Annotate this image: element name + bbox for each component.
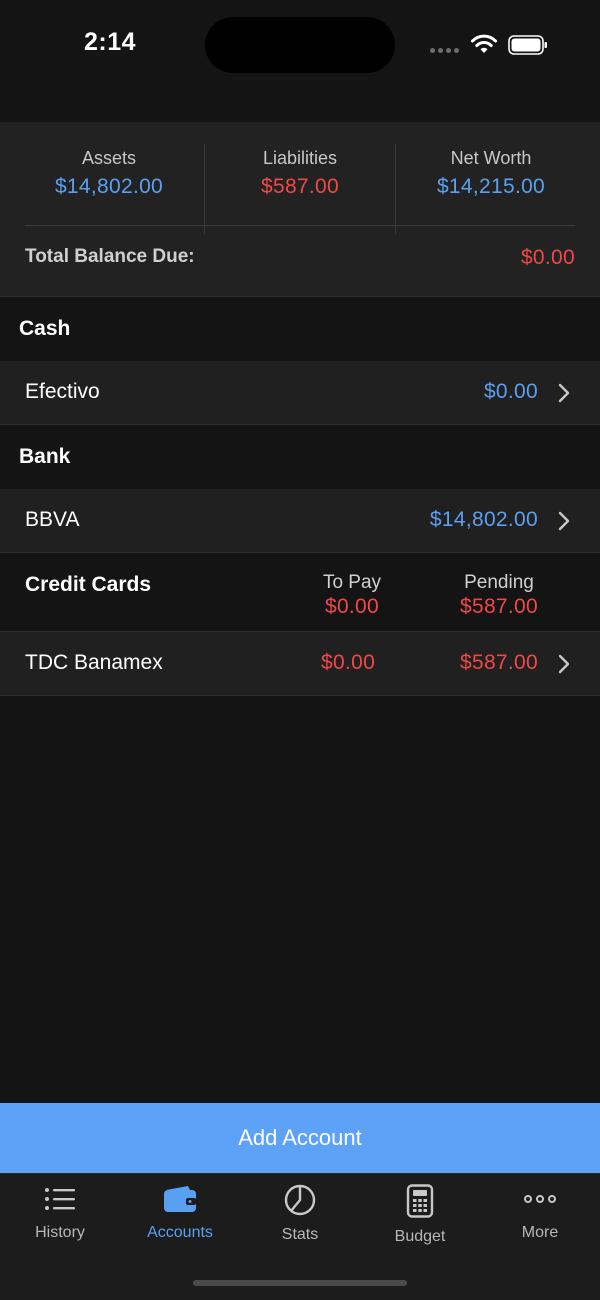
cellular-dots-icon [430,48,459,53]
account-to-pay-amount: $0.00 [321,651,376,674]
section-title-credit-cards: Credit Cards [25,573,152,596]
tab-label: Budget [394,1228,446,1245]
liabilities-value: $587.00 [260,175,339,198]
pie-chart-icon [284,1184,316,1216]
home-indicator [193,1280,407,1286]
pending-label: Pending [464,572,534,593]
summary-panel: Assets $14,802.00 Liabilities $587.00 Ne… [0,122,600,297]
section-title-cash: Cash [19,317,71,340]
tab-label: More [521,1224,559,1241]
status-bar: 2:14 [0,0,600,122]
account-row-efectivo[interactable]: Efectivo $0.00 [0,361,600,425]
net-worth-value: $14,215.00 [436,175,546,198]
section-header-credit-cards: Credit Cards To Pay $0.00 Pending $587.0… [0,553,600,632]
to-pay-total: $0.00 [324,595,380,618]
tab-label: History [35,1224,85,1241]
account-pending-amount: $587.00 [459,651,538,674]
chevron-right-icon [558,654,570,674]
assets-value: $14,802.00 [54,175,164,198]
account-name: Efectivo [25,380,100,403]
account-row-bbva[interactable]: BBVA $14,802.00 [0,489,600,553]
accounts-screen: 2:14 Assets $14,802.00 Liabilities $587.… [0,0,600,1300]
account-name: TDC Banamex [25,651,163,674]
tab-stats[interactable]: Stats [240,1184,360,1254]
to-pay-column-header: To Pay $0.00 [302,572,402,619]
tab-label: Stats [281,1226,319,1243]
more-dots-icon [524,1195,556,1203]
net-worth-label: Net Worth [450,148,532,168]
assets-summary: Assets $14,802.00 [14,144,204,234]
tab-label: Accounts [147,1224,213,1241]
chevron-right-icon [558,383,570,403]
battery-icon [508,35,547,55]
pending-column-header: Pending $587.00 [434,572,564,619]
total-balance-due-value: $0.00 [520,246,575,269]
list-icon [45,1188,75,1210]
tab-more[interactable]: More [480,1184,600,1254]
account-amount: $0.00 [483,380,538,403]
net-worth-summary: Net Worth $14,215.00 [395,144,586,234]
dynamic-island [205,17,395,73]
calculator-icon [406,1184,434,1218]
chevron-right-icon [558,511,570,531]
to-pay-label: To Pay [322,572,382,593]
wifi-icon [471,34,497,53]
section-header-bank: Bank [0,425,600,489]
tab-budget[interactable]: Budget [360,1184,480,1254]
liabilities-summary: Liabilities $587.00 [204,144,395,234]
wallet-icon [164,1186,196,1212]
section-header-cash: Cash [0,297,600,361]
assets-label: Assets [81,148,137,168]
total-balance-due-label: Total Balance Due: [25,246,195,267]
status-time: 2:14 [84,28,137,56]
account-name: BBVA [25,508,80,531]
summary-totals: Assets $14,802.00 Liabilities $587.00 Ne… [14,144,586,234]
account-amount: $14,802.00 [429,508,538,531]
section-title-bank: Bank [19,445,71,468]
tab-accounts[interactable]: Accounts [120,1184,240,1254]
account-row-tdc-banamex[interactable]: TDC Banamex $0.00 $587.00 [0,632,600,696]
add-account-button[interactable]: Add Account [0,1103,600,1173]
pending-total: $587.00 [459,595,538,618]
liabilities-label: Liabilities [262,148,338,168]
summary-divider [25,225,575,226]
tab-history[interactable]: History [0,1184,120,1254]
